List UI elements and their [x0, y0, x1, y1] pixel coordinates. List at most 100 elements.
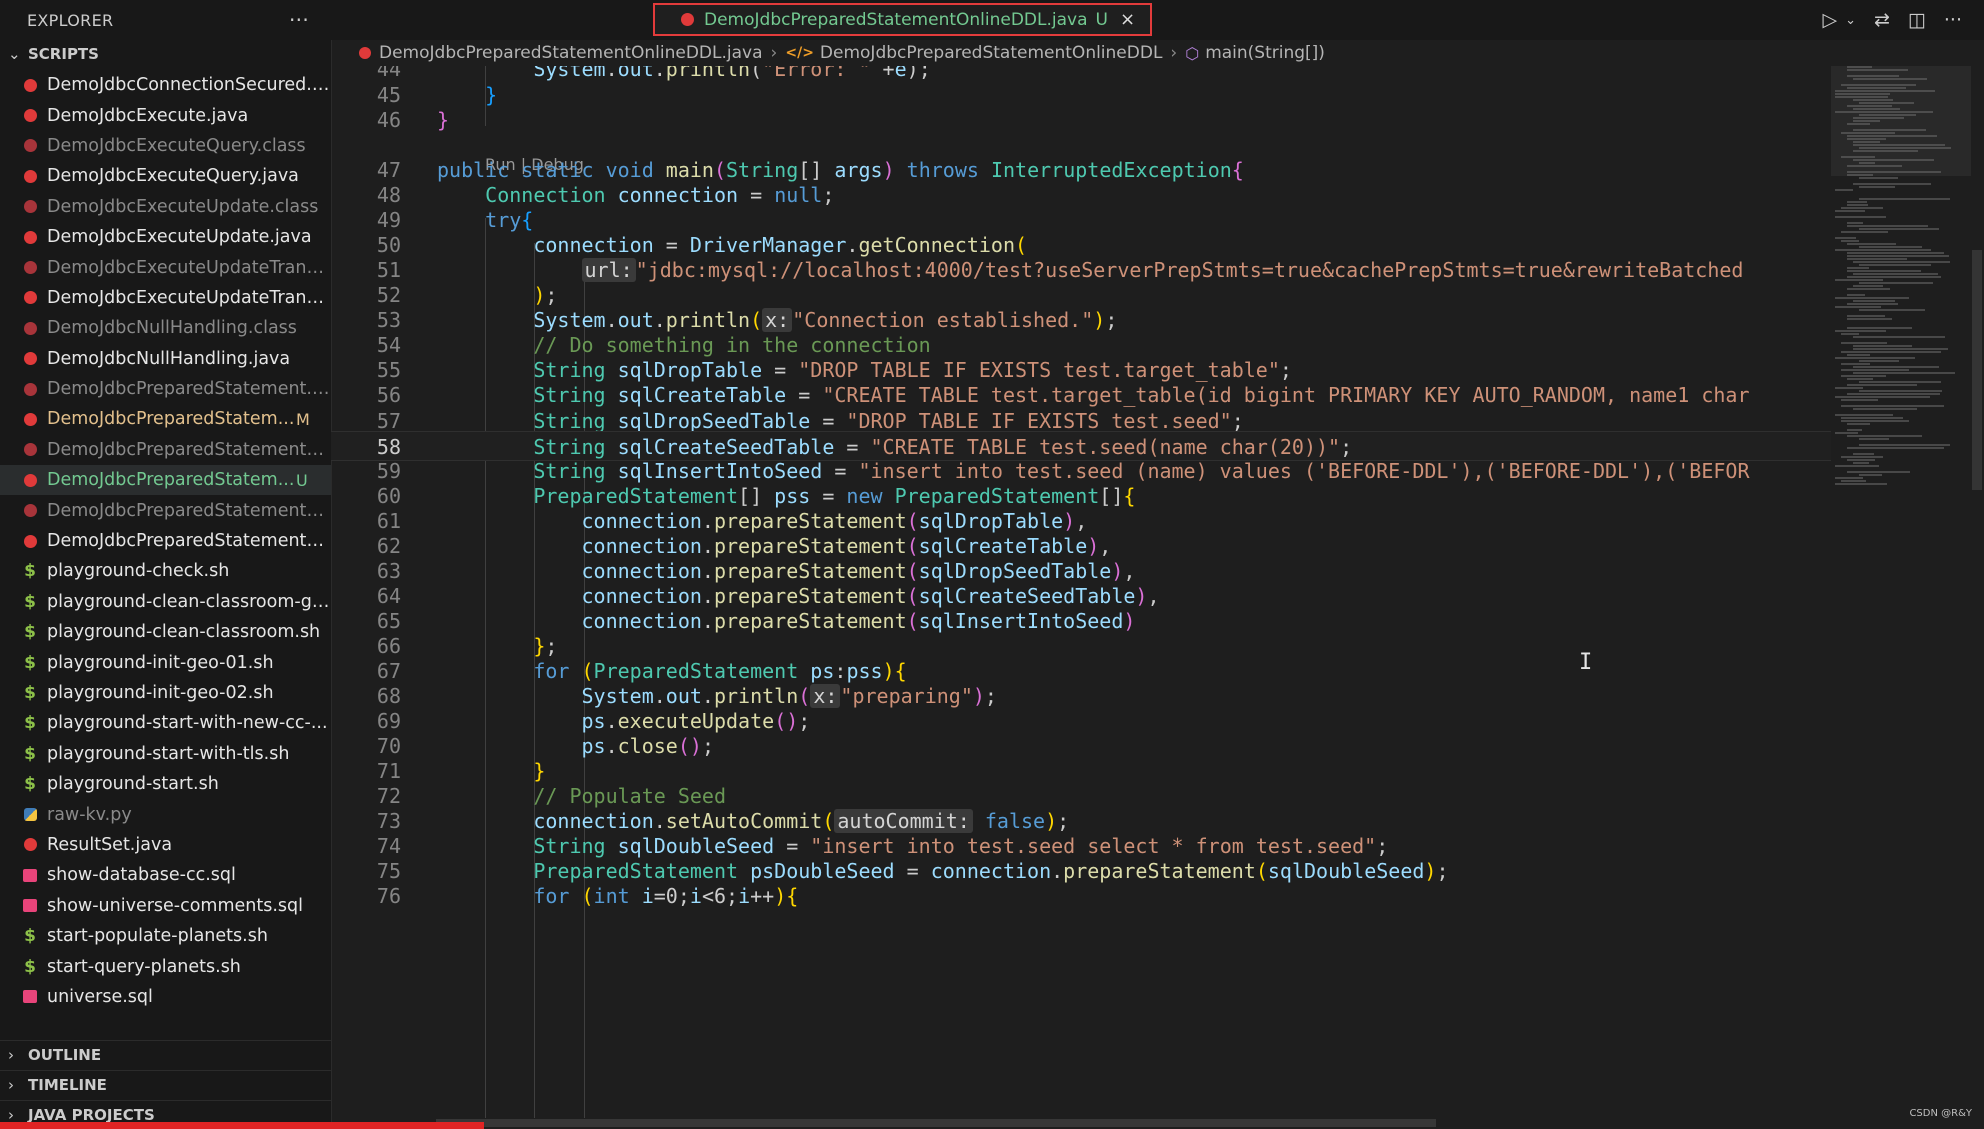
section-timeline[interactable]: › TIMELINE [0, 1070, 331, 1099]
minimap-line [1841, 375, 1887, 377]
file-item[interactable]: $ playground-clean-classroom-ge... [0, 587, 331, 617]
minimap-line [1853, 120, 1881, 122]
code-line[interactable]: 46} [331, 105, 1831, 135]
minimap-line [1841, 456, 1883, 458]
file-name: show-database-cc.sql [47, 865, 236, 886]
file-item[interactable]: DemoJdbcExecuteUpdate.java [0, 222, 331, 252]
code-line[interactable]: 76 for (int i=0;i<6;i++){ [331, 881, 1831, 911]
file-tree: DemoJdbcConnectionSecured.j... DemoJdbcEx… [0, 70, 331, 1012]
minimap-line [1841, 333, 1859, 335]
breadcrumb-method[interactable]: ⬡ main(String[]) [1185, 43, 1325, 63]
file-item[interactable]: DemoJdbcPreparedStatem... U [0, 465, 331, 496]
file-item[interactable]: $ playground-start.sh [0, 769, 331, 799]
file-item[interactable]: $ playground-check.sh [0, 556, 331, 586]
minimap-line [1835, 189, 1854, 191]
file-item[interactable]: DemoJdbcNullHandling.class [0, 313, 331, 343]
minimap-line [1853, 159, 1935, 161]
file-item[interactable]: DemoJdbcExecute.java [0, 100, 331, 130]
section-scripts[interactable]: ⌄ SCRIPTS [0, 40, 331, 68]
file-item[interactable]: universe.sql [0, 982, 331, 1012]
file-item[interactable]: DemoJdbcExecuteQuery.class [0, 131, 331, 161]
file-item[interactable]: DemoJdbcPreparedStatement.c... [0, 374, 331, 404]
file-name: DemoJdbcNullHandling.java [47, 348, 291, 369]
breadcrumb-class[interactable]: </> DemoJdbcPreparedStatementOnlineDDL [785, 43, 1162, 63]
close-icon[interactable]: × [1120, 9, 1135, 30]
file-item[interactable]: $ playground-clean-classroom.sh [0, 617, 331, 647]
file-item[interactable]: DemoJdbcExecuteQuery.java [0, 161, 331, 191]
sql-file-icon [22, 898, 38, 914]
file-name: DemoJdbcExecuteUpdate.class [47, 196, 319, 217]
file-name: DemoJdbcExecuteUpdateTrans... [47, 287, 331, 308]
java-file-icon [22, 472, 38, 488]
minimap-line [1835, 414, 1894, 416]
section-outline[interactable]: › OUTLINE [0, 1040, 331, 1069]
minimap-line [1847, 123, 1871, 125]
file-item[interactable]: $ playground-init-geo-02.sh [0, 678, 331, 708]
shell-file-icon: $ [24, 652, 36, 673]
code-editor[interactable]: Run | Debug I 44 System.out.println("Err… [331, 66, 1831, 1126]
shell-file-icon: $ [24, 713, 36, 734]
minimap-line [1847, 105, 1892, 107]
minimap[interactable] [1831, 66, 1971, 496]
file-item[interactable]: DemoJdbcPreparedStatementW... [0, 526, 331, 556]
python-file-icon [22, 807, 38, 823]
minimap-line [1859, 228, 1939, 230]
horizontal-scrollbar[interactable] [436, 1119, 1436, 1127]
minimap-line [1835, 387, 1863, 389]
ellipsis-icon[interactable]: ··· [289, 8, 309, 32]
dropdown-chevron-icon[interactable]: ⌄ [1845, 13, 1856, 28]
minimap-line [1835, 477, 1863, 479]
file-name: DemoJdbcNullHandling.class [47, 318, 297, 339]
vertical-scrollbar[interactable] [1972, 250, 1982, 490]
file-item[interactable]: show-universe-comments.sql [0, 891, 331, 921]
minimap-line [1847, 459, 1875, 461]
file-item[interactable]: $ playground-start-with-new-cc-... [0, 708, 331, 738]
file-item[interactable]: DemoJdbcExecuteUpdate.class [0, 192, 331, 222]
minimap-line [1847, 135, 1938, 137]
minimap-line [1853, 348, 1948, 350]
split-editor-icon[interactable]: ◫ [1908, 9, 1926, 31]
java-file-icon [22, 351, 38, 367]
video-progress-bar[interactable] [0, 1122, 485, 1129]
minimap-line [1841, 420, 1909, 422]
chevron-right-icon: › [8, 1076, 14, 1094]
file-item[interactable]: raw-kv.py [0, 799, 331, 829]
minimap-line [1847, 225, 1929, 227]
run-icon[interactable]: ▷ [1822, 9, 1837, 31]
file-item[interactable]: $ start-populate-planets.sh [0, 921, 331, 951]
file-name: DemoJdbcExecuteUpdate.java [47, 227, 312, 248]
class-file-icon [22, 199, 38, 215]
file-item[interactable]: DemoJdbcExecuteUpdateTrans... [0, 283, 331, 313]
minimap-line [1853, 462, 1870, 464]
file-item[interactable]: ResultSet.java [0, 830, 331, 860]
file-item[interactable]: $ playground-start-with-tls.sh [0, 739, 331, 769]
file-item[interactable]: DemoJdbcNullHandling.java [0, 344, 331, 374]
minimap-line [1835, 432, 1858, 434]
file-item[interactable]: show-database-cc.sql [0, 860, 331, 890]
tab-active-file[interactable]: DemoJdbcPreparedStatementOnlineDDL.java … [653, 3, 1152, 36]
tab-label: DemoJdbcPreparedStatementOnlineDDL.java [704, 9, 1088, 30]
file-item[interactable]: DemoJdbcExecuteUpdateTrans... [0, 252, 331, 282]
java-file-icon [22, 290, 38, 306]
file-item[interactable]: DemoJdbcPreparedStatementO... [0, 435, 331, 465]
minimap-line [1847, 270, 1921, 272]
shell-file-icon: $ [24, 743, 36, 764]
minimap-line [1853, 372, 1955, 374]
minimap-line [1853, 345, 1913, 347]
class-symbol-icon: </> [785, 45, 814, 61]
minimap-line [1853, 150, 1918, 152]
shell-file-icon: $ [24, 622, 36, 643]
file-item[interactable]: DemoJdbcPreparedStatementW... [0, 495, 331, 525]
breadcrumb-file[interactable]: DemoJdbcPreparedStatementOnlineDDL.java [359, 43, 763, 63]
file-item[interactable]: DemoJdbcPreparedStatem... M [0, 404, 331, 434]
file-item[interactable]: $ playground-init-geo-01.sh [0, 647, 331, 677]
breadcrumb-separator: › [1170, 43, 1178, 63]
more-actions-icon[interactable]: ··· [1944, 9, 1962, 31]
file-name: show-universe-comments.sql [47, 895, 304, 916]
minimap-line [1859, 264, 1932, 266]
file-item[interactable]: $ start-query-planets.sh [0, 951, 331, 981]
file-item[interactable]: DemoJdbcConnectionSecured.j... [0, 70, 331, 100]
sql-file-icon [22, 867, 38, 883]
minimap-line [1847, 447, 1945, 449]
compare-changes-icon[interactable]: ⇄ [1874, 9, 1890, 31]
